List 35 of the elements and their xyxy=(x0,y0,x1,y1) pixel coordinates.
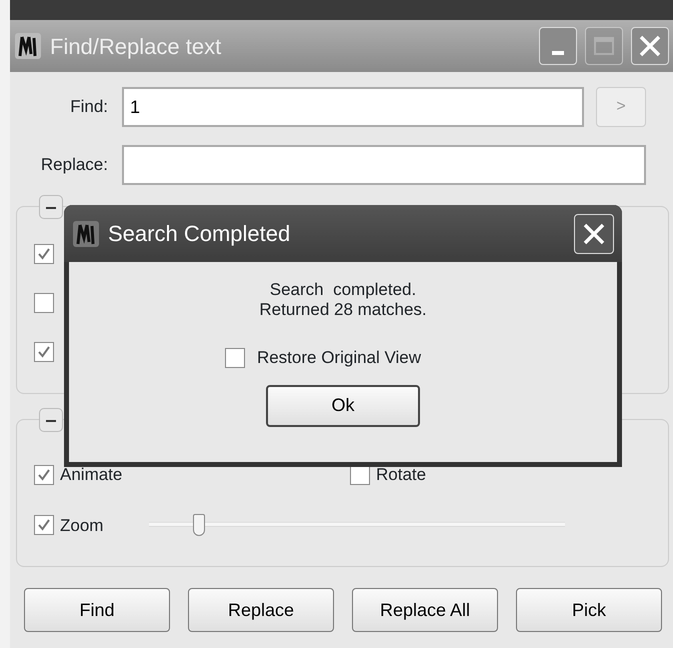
action-button[interactable]: Replace xyxy=(188,588,334,632)
slider-thumb[interactable] xyxy=(193,514,206,536)
checkbox[interactable] xyxy=(34,515,54,536)
collapse-icon[interactable] xyxy=(39,408,63,432)
maximize-icon xyxy=(592,34,616,58)
close-icon xyxy=(582,222,606,246)
replace-label: Replace: xyxy=(40,154,109,176)
close-icon xyxy=(638,34,662,58)
checkbox[interactable] xyxy=(34,464,54,485)
ok-button[interactable]: Ok xyxy=(266,384,420,427)
checkbox[interactable] xyxy=(34,244,54,264)
replace-field[interactable] xyxy=(122,145,646,185)
dialog-title: Search Completed xyxy=(108,220,292,248)
restore-label: Restore Original View xyxy=(256,347,422,370)
close-button[interactable] xyxy=(574,214,614,254)
message-text: Search completed. xyxy=(268,280,418,300)
find-label: Find: xyxy=(69,96,109,118)
action-button[interactable]: Replace All xyxy=(352,588,498,632)
collapse-icon[interactable] xyxy=(39,195,63,219)
app-icon xyxy=(14,32,42,60)
close-button[interactable] xyxy=(631,27,669,65)
app-icon xyxy=(72,220,100,248)
animate-label: Animate xyxy=(60,464,122,486)
message-text: Returned 28 matches. xyxy=(258,300,428,320)
minimize-icon xyxy=(552,51,564,55)
checkbox[interactable] xyxy=(34,342,54,362)
checkbox[interactable] xyxy=(224,348,245,368)
find-field[interactable]: 1 xyxy=(122,87,584,127)
action-button[interactable]: Pick xyxy=(516,588,662,632)
window-title: Find/Replace text xyxy=(50,32,222,61)
rotate-label: Rotate xyxy=(376,464,426,486)
checkbox[interactable] xyxy=(34,293,54,313)
minimize-button[interactable] xyxy=(539,27,577,65)
action-button[interactable]: Find xyxy=(24,588,170,632)
zoom-label: Zoom xyxy=(60,514,104,536)
